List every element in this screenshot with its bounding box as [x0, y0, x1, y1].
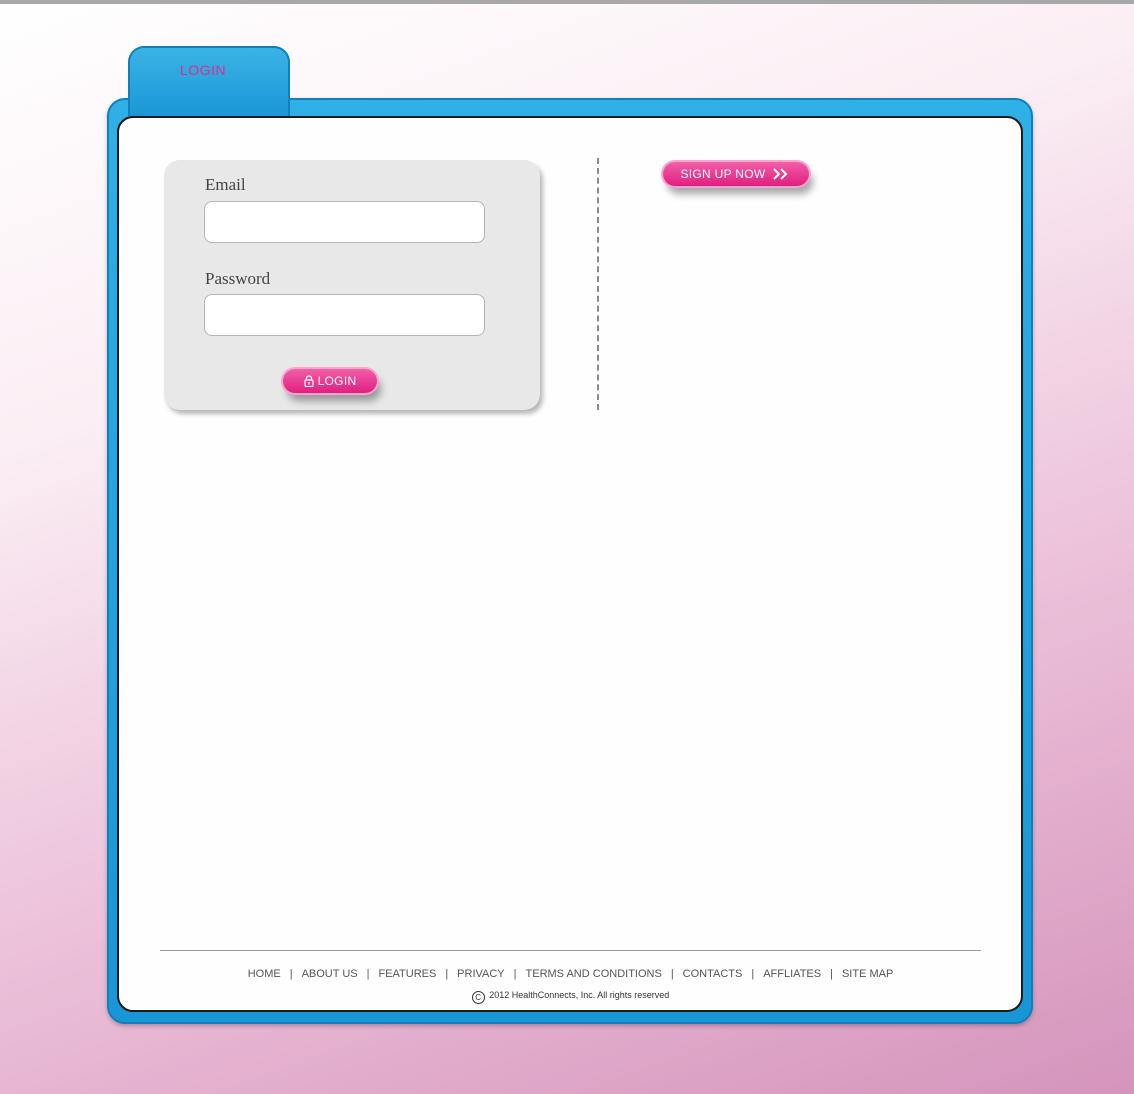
footer-link-affiliates[interactable]: AFFLIATES	[763, 968, 821, 980]
lock-icon	[303, 375, 314, 387]
sign-up-button-label: SIGN UP NOW	[680, 167, 766, 181]
footer-separator: |	[751, 968, 755, 980]
footer-link-features[interactable]: FEATURES	[378, 968, 436, 980]
double-chevron-right-icon	[772, 168, 787, 180]
footer-link-about-us[interactable]: ABOUT US	[302, 968, 358, 980]
vertical-divider	[597, 158, 599, 410]
copyright: C 2012 HealthConnects, Inc. All rights r…	[160, 990, 981, 1004]
tab-login-label: LOGIN	[180, 62, 227, 78]
footer-nav: HOME | ABOUT US | FEATURES | PRIVACY | TERMS AND…	[160, 968, 981, 980]
footer-link-home[interactable]: HOME	[248, 968, 281, 980]
footer-divider	[160, 950, 981, 951]
footer-separator: |	[513, 968, 517, 980]
password-field[interactable]	[204, 294, 485, 336]
footer-separator: |	[289, 968, 293, 980]
footer-link-terms[interactable]: TERMS AND CONDITIONS	[526, 968, 662, 980]
email-field[interactable]	[204, 201, 485, 243]
login-button-label: LOGIN	[317, 374, 357, 388]
footer-separator: |	[445, 968, 449, 980]
footer-separator: |	[366, 968, 370, 980]
email-label: Email	[205, 175, 246, 194]
footer-link-privacy[interactable]: PRIVACY	[457, 968, 504, 980]
copyright-icon: C	[471, 991, 485, 1004]
footer-link-contacts[interactable]: CONTACTS	[683, 968, 743, 980]
footer-separator: |	[670, 968, 674, 980]
password-label: Password	[205, 269, 271, 288]
tab-login[interactable]: LOGIN	[128, 46, 290, 116]
copyright-text: 2012 HealthConnects, Inc. All rights res…	[489, 990, 670, 1000]
footer-separator: |	[830, 968, 833, 980]
footer-link-site-map[interactable]: SITE MAP	[842, 968, 893, 980]
sign-up-button[interactable]: SIGN UP NOW	[663, 162, 809, 186]
top-strip	[0, 0, 1134, 4]
login-button[interactable]: LOGIN	[283, 369, 377, 393]
